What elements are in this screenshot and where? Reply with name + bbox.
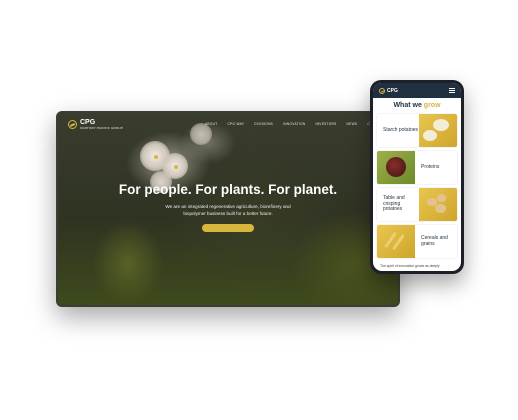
hero-title: For people. For plants. For planet.	[118, 182, 338, 197]
card-label: Table and crisping potatoes	[377, 188, 419, 221]
nav-item-about[interactable]: ABOUT	[205, 122, 217, 126]
main-nav: ABOUT CPG WAY DIVISIONS INNOVATION INVES…	[205, 122, 385, 126]
site-logo[interactable]: CPG CENTURY PACIFIC GROUP	[68, 119, 123, 130]
hero-cta-button[interactable]	[202, 223, 254, 232]
card-label: Cereals and grains	[415, 225, 457, 258]
logo-icon	[68, 119, 77, 129]
potatoes-image	[419, 188, 457, 221]
nav-item-news[interactable]: NEWS	[347, 122, 358, 126]
starch-image	[419, 114, 457, 147]
hero-section: For people. For plants. For planet. We a…	[58, 182, 398, 237]
proteins-image	[377, 151, 415, 184]
flower-center	[154, 155, 158, 159]
phone-mockup: CPG What we grow Starch potatoes Protein…	[370, 80, 464, 274]
section-title-prefix: What we	[393, 102, 424, 109]
logo-text: CPG	[80, 118, 96, 126]
mobile-footer-text: The spirit of innovation grows as deeply	[380, 264, 440, 268]
logo-subtext: CENTURY PACIFIC GROUP	[80, 125, 123, 130]
section-title: What we grow	[373, 102, 461, 109]
card-starch-potatoes[interactable]: Starch potatoes	[377, 114, 457, 147]
card-table-potatoes[interactable]: Table and crisping potatoes	[377, 188, 457, 221]
grains-image	[377, 225, 415, 258]
flower-center	[174, 165, 178, 169]
nav-item-investors[interactable]: INVESTORS	[315, 122, 336, 126]
card-label: Starch potatoes	[377, 114, 419, 147]
nav-item-divisions[interactable]: DIVISIONS	[254, 122, 273, 126]
mobile-logo[interactable]: CPG	[379, 87, 398, 94]
nav-item-innovation[interactable]: INNOVATION	[283, 122, 305, 126]
logo-icon	[379, 87, 385, 94]
hamburger-menu-icon[interactable]	[449, 88, 455, 93]
nav-item-cpg-way[interactable]: CPG WAY	[227, 122, 244, 126]
section-title-accent: grow	[423, 102, 441, 109]
mobile-logo-text: CPG	[387, 87, 398, 94]
phone-screen: CPG What we grow Starch potatoes Protein…	[373, 83, 461, 271]
hero-description: We are an integrated regenerative agricu…	[165, 203, 291, 216]
product-cards: Starch potatoes Proteins Table and crisp…	[373, 114, 461, 258]
card-label: Proteins	[415, 151, 457, 184]
mobile-header: CPG	[373, 83, 461, 98]
card-proteins[interactable]: Proteins	[377, 151, 457, 184]
showcase-stage: CPG CENTURY PACIFIC GROUP ABOUT CPG WAY …	[0, 0, 518, 420]
desktop-mockup: CPG CENTURY PACIFIC GROUP ABOUT CPG WAY …	[56, 111, 400, 307]
card-cereals-grains[interactable]: Cereals and grains	[377, 225, 457, 258]
top-navigation: CPG CENTURY PACIFIC GROUP ABOUT CPG WAY …	[58, 113, 398, 135]
